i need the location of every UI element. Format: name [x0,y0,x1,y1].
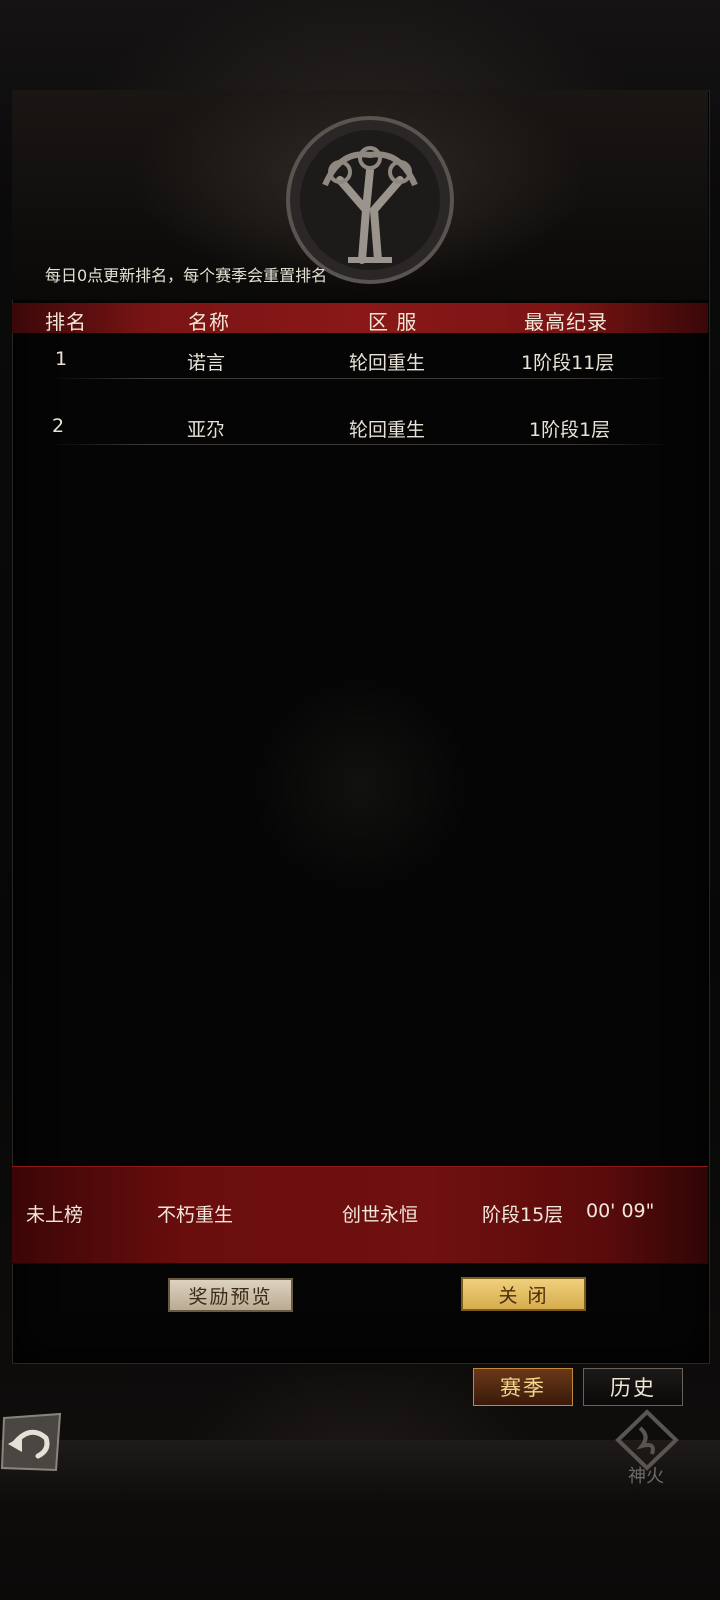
row-record: 1阶段1层 [529,419,611,441]
tab-history[interactable]: 历史 [583,1368,683,1406]
my-record: 阶段15层 [482,1204,564,1226]
row-rank: 1 [55,348,68,370]
row-record: 1阶段11层 [521,352,615,374]
table-row[interactable]: 1 诺言 轮回重生 1阶段11层 [0,345,720,389]
ranking-notice: 每日0点更新排名，每个赛季会重置排名 [45,266,328,285]
back-arrow-icon[interactable] [0,1410,64,1474]
row-rank: 2 [52,415,65,437]
logo-text: 神火 [628,1466,664,1487]
row-divider [50,378,670,379]
row-name: 亚尕 [187,419,226,441]
my-rank: 未上榜 [26,1204,84,1226]
row-server: 轮回重生 [349,352,426,374]
tab-season[interactable]: 赛季 [473,1368,573,1406]
row-name: 诺言 [187,352,226,374]
header-rank: 排名 [45,310,87,334]
my-time: 00' 09" [586,1200,655,1222]
header-name: 名称 [188,310,230,334]
row-server: 轮回重生 [349,419,426,441]
reward-preview-button[interactable]: 奖励预览 [168,1278,293,1312]
header-record: 最高纪录 [524,310,608,334]
close-button[interactable]: 关 闭 [461,1277,586,1311]
background-watermark [250,675,470,895]
row-divider [50,444,670,445]
my-server: 创世永恒 [342,1204,419,1226]
table-row[interactable]: 2 亚尕 轮回重生 1阶段1层 [0,412,720,456]
my-name: 不朽重生 [157,1204,234,1226]
header-server: 区 服 [368,310,418,334]
